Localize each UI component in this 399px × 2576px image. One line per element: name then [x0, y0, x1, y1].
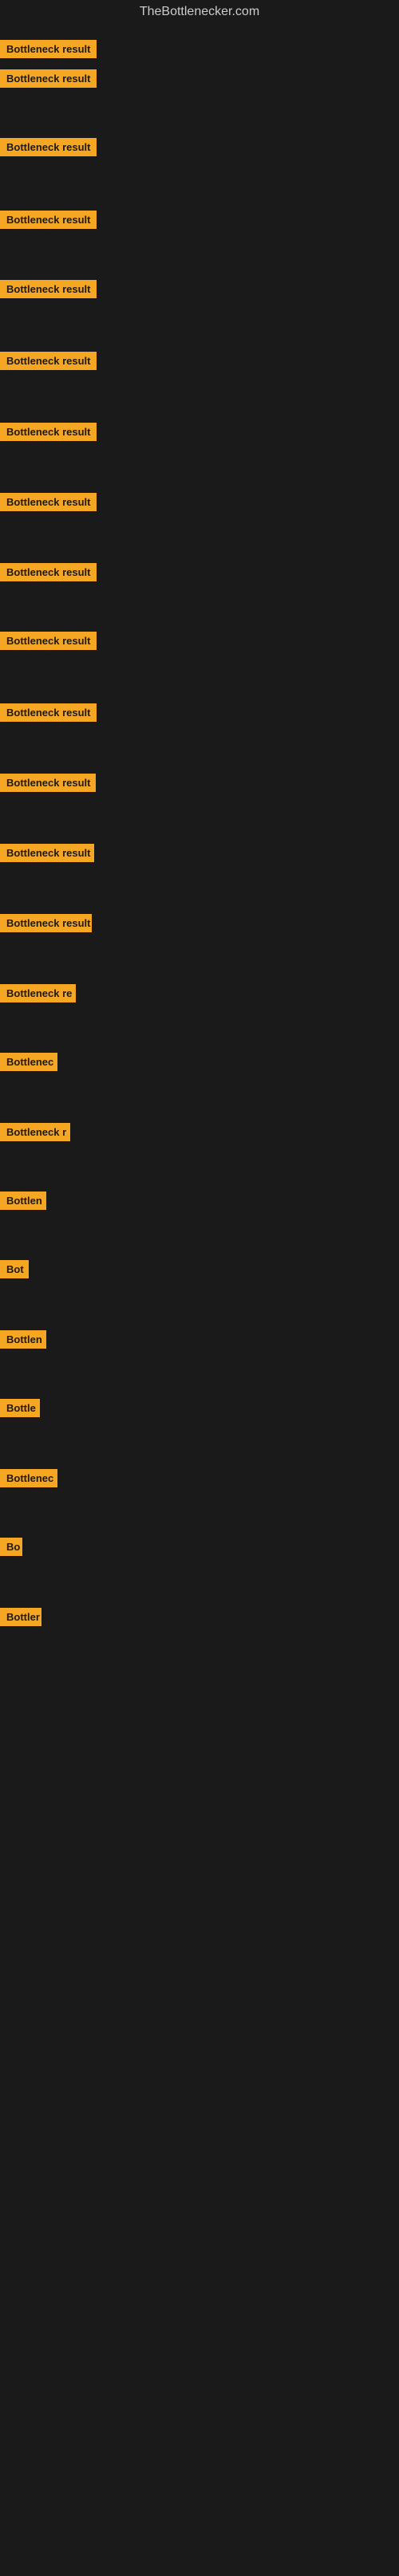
bottleneck-badge-8[interactable]: Bottleneck result [0, 493, 97, 511]
bottleneck-badge-4[interactable]: Bottleneck result [0, 211, 97, 229]
bottleneck-badge-24[interactable]: Bottler [0, 1608, 41, 1626]
site-title: TheBottlenecker.com [0, 0, 399, 24]
bottleneck-badge-11[interactable]: Bottleneck result [0, 703, 97, 722]
bottleneck-badge-21[interactable]: Bottle [0, 1399, 40, 1417]
bottleneck-badge-22[interactable]: Bottlenec [0, 1469, 57, 1487]
bottleneck-badge-3[interactable]: Bottleneck result [0, 138, 97, 156]
bottleneck-badge-2[interactable]: Bottleneck result [0, 69, 97, 88]
bottleneck-badge-23[interactable]: Bo [0, 1538, 22, 1556]
bottleneck-badge-5[interactable]: Bottleneck result [0, 280, 97, 298]
bottleneck-badge-20[interactable]: Bottlen [0, 1330, 46, 1349]
bottleneck-badge-10[interactable]: Bottleneck result [0, 632, 97, 650]
site-title-text: TheBottlenecker.com [140, 5, 259, 18]
bottleneck-badge-7[interactable]: Bottleneck result [0, 423, 97, 441]
bottleneck-badge-9[interactable]: Bottleneck result [0, 563, 97, 581]
bottleneck-badge-1[interactable]: Bottleneck result [0, 40, 97, 58]
bottleneck-badge-15[interactable]: Bottleneck re [0, 984, 76, 1002]
bottleneck-badge-19[interactable]: Bot [0, 1260, 29, 1278]
bottleneck-badge-13[interactable]: Bottleneck result [0, 844, 94, 862]
bottleneck-badge-16[interactable]: Bottlenec [0, 1053, 57, 1071]
bottleneck-badge-17[interactable]: Bottleneck r [0, 1123, 70, 1141]
bottleneck-badge-18[interactable]: Bottlen [0, 1191, 46, 1210]
bottleneck-badge-14[interactable]: Bottleneck result [0, 914, 92, 932]
bottleneck-badge-6[interactable]: Bottleneck result [0, 352, 97, 370]
bottleneck-badge-12[interactable]: Bottleneck result [0, 774, 96, 792]
